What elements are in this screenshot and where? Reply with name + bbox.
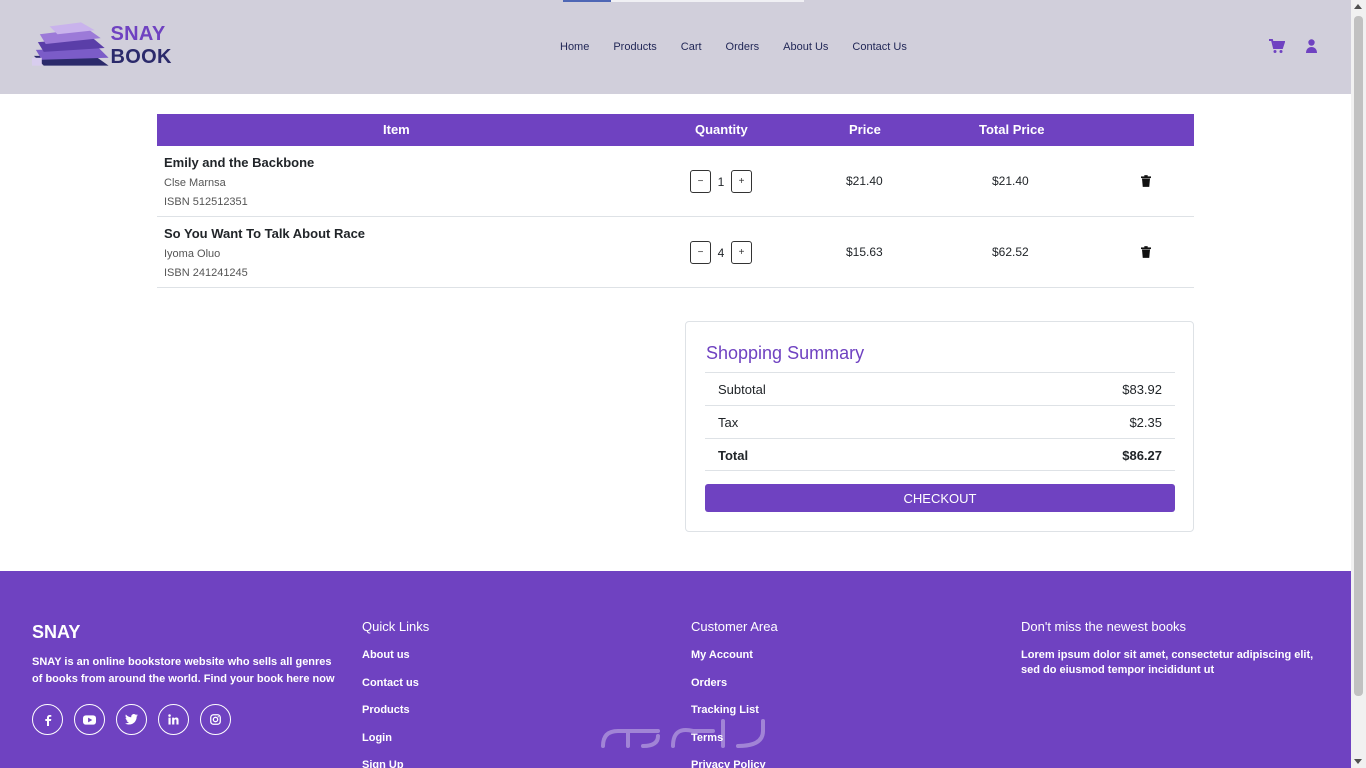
footer-link-contact[interactable]: Contact us <box>362 677 419 705</box>
nav-contact[interactable]: Contact Us <box>852 41 906 53</box>
unit-price: $15.63 <box>846 245 883 259</box>
site-footer: SNAY SNAY is an online bookstore website… <box>0 571 1351 768</box>
total-label: Total <box>718 448 749 463</box>
book-author: Clse Marnsa <box>164 177 226 189</box>
trash-icon[interactable] <box>1141 245 1153 259</box>
tax-row: Tax $2.35 <box>705 405 1175 438</box>
brand-name: SNAY BOOK <box>111 23 230 69</box>
scroll-down-icon[interactable] <box>1354 759 1362 764</box>
footer-link-my-account[interactable]: My Account <box>691 649 766 677</box>
checkout-button[interactable]: CHECKOUT <box>705 484 1175 512</box>
subtotal-label: Subtotal <box>718 382 766 397</box>
header-price: Price <box>849 122 881 137</box>
table-row: So You Want To Talk About Race Iyoma Olu… <box>157 217 1194 288</box>
footer-link-signup[interactable]: Sign Up <box>362 759 419 768</box>
linkedin-icon[interactable] <box>158 704 189 735</box>
newsletter-title: Don't miss the newest books <box>1021 619 1187 634</box>
subtotal-value: $83.92 <box>1122 382 1162 397</box>
books-logo-icon <box>31 22 109 66</box>
nav-orders[interactable]: Orders <box>726 41 760 53</box>
book-author: Iyoma Oluo <box>164 248 221 260</box>
increase-button[interactable]: + <box>731 241 752 264</box>
quantity-stepper: − 1 + <box>690 170 752 193</box>
tax-value: $2.35 <box>1129 415 1162 430</box>
footer-description: SNAY is an online bookstore website who … <box>32 656 335 685</box>
nav-home[interactable]: Home <box>560 41 589 53</box>
cart-icon[interactable] <box>1268 38 1286 54</box>
watermark-logo <box>601 719 765 748</box>
top-progress-track <box>611 0 804 2</box>
row-total: $21.40 <box>992 174 1029 188</box>
quantity-value: 1 <box>717 174 725 189</box>
quick-links: About us Contact us Products Login Sign … <box>362 649 419 768</box>
brand-logo[interactable]: SNAY BOOK <box>30 22 230 70</box>
main-nav: Home Products Cart Orders About Us Conta… <box>560 41 931 53</box>
user-icon[interactable] <box>1303 38 1320 54</box>
summary-title: Shopping Summary <box>706 343 865 363</box>
instagram-icon[interactable] <box>200 704 231 735</box>
decrease-button[interactable]: − <box>690 241 711 264</box>
header-icons <box>1268 38 1338 54</box>
footer-brand: SNAY <box>32 622 81 642</box>
increase-button[interactable]: + <box>731 170 752 193</box>
twitter-icon[interactable] <box>116 704 147 735</box>
table-row: Emily and the Backbone Clse Marnsa ISBN … <box>157 146 1194 217</box>
scrollbar-thumb[interactable] <box>1354 16 1363 696</box>
facebook-icon[interactable] <box>32 704 63 735</box>
unit-price: $21.40 <box>846 174 883 188</box>
row-total: $62.52 <box>992 245 1029 259</box>
scroll-up-icon[interactable] <box>1354 4 1362 9</box>
site-header: SNAY BOOK Home Products Cart Orders Abou… <box>0 0 1351 94</box>
tax-label: Tax <box>718 415 739 430</box>
header-quantity: Quantity <box>695 122 748 137</box>
footer-link-orders[interactable]: Orders <box>691 677 766 705</box>
total-value: $86.27 <box>1122 448 1162 463</box>
newsletter-text: Lorem ipsum dolor sit amet, consectetur … <box>1021 649 1314 676</box>
header-item: Item <box>383 122 410 137</box>
brand-name-part1: SNAY <box>110 23 166 45</box>
subtotal-row: Subtotal $83.92 <box>705 372 1175 405</box>
nav-about[interactable]: About Us <box>783 41 828 53</box>
book-title: Emily and the Backbone <box>164 155 315 170</box>
book-isbn: ISBN 512512351 <box>164 196 248 208</box>
book-title: So You Want To Talk About Race <box>164 226 366 241</box>
quick-links-title: Quick Links <box>362 619 430 634</box>
footer-link-login[interactable]: Login <box>362 732 419 760</box>
header-total-price: Total Price <box>979 122 1045 137</box>
quantity-value: 4 <box>717 245 725 260</box>
nav-cart[interactable]: Cart <box>681 41 702 53</box>
top-progress-bar <box>563 0 611 2</box>
quantity-stepper: − 4 + <box>690 241 752 264</box>
footer-link-about[interactable]: About us <box>362 649 419 677</box>
page-scrollbar[interactable] <box>1351 0 1366 768</box>
book-isbn: ISBN 241241245 <box>164 267 248 279</box>
nav-products[interactable]: Products <box>613 41 656 53</box>
shopping-summary: Shopping Summary Subtotal $83.92 Tax $2.… <box>685 321 1194 532</box>
cart-table-header: Item Quantity Price Total Price <box>157 114 1194 146</box>
footer-link-products[interactable]: Products <box>362 704 419 732</box>
decrease-button[interactable]: − <box>690 170 711 193</box>
trash-icon[interactable] <box>1141 174 1153 188</box>
social-links <box>32 704 242 735</box>
youtube-icon[interactable] <box>74 704 105 735</box>
cart-table: Item Quantity Price Total Price Emily an… <box>157 114 1194 288</box>
total-row: Total $86.27 <box>705 438 1175 471</box>
brand-name-part2: BOOK <box>110 46 172 68</box>
customer-area-title: Customer Area <box>691 619 778 634</box>
